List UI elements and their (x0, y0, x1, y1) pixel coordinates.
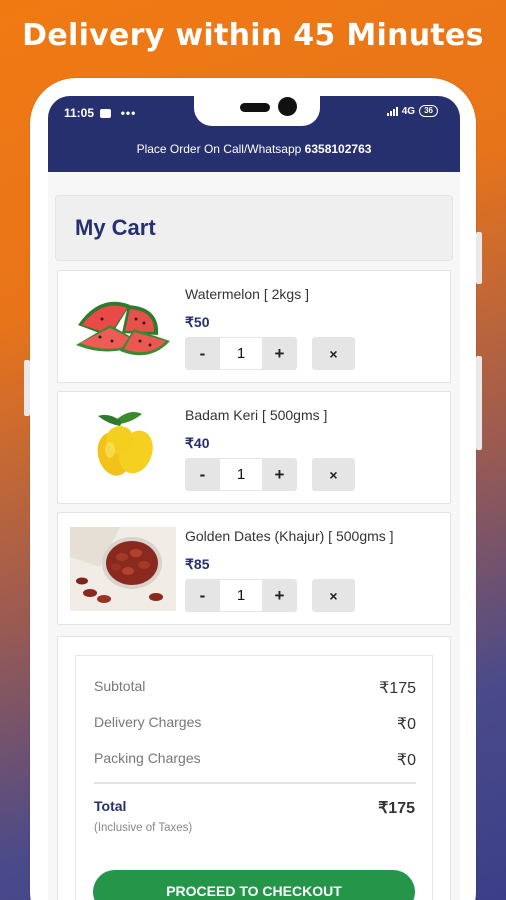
network-type: 4G (401, 105, 416, 117)
cart-header: My Cart (56, 196, 452, 260)
cart-item: Golden Dates (Khajur) [ 500gms ] ₹85 - 1… (57, 512, 451, 625)
message-icon (100, 109, 112, 118)
increase-quantity-button[interactable]: + (262, 458, 297, 491)
status-bar-icons: 4G 36 (386, 105, 438, 117)
more-notifications-icon: ••• (120, 106, 137, 120)
remove-item-button[interactable]: × (312, 337, 355, 370)
remove-item-button[interactable]: × (312, 458, 355, 491)
watermelon-image (76, 301, 170, 356)
item-price: ₹50 (185, 314, 210, 330)
summary-divider (94, 782, 416, 784)
tax-note: (Inclusive of Taxes) (94, 822, 193, 834)
status-bar-time: 11:05 ••• (64, 106, 136, 120)
packing-charges-row: Packing Charges ₹0 (94, 750, 416, 769)
phone-side-button (476, 232, 482, 284)
status-time-text: 11:05 (64, 106, 95, 120)
packing-charges-value: ₹0 (396, 752, 416, 769)
item-price: ₹40 (185, 435, 210, 451)
page-title: My Cart (75, 215, 156, 240)
decrease-quantity-button[interactable]: - (185, 458, 220, 491)
delivery-charges-label: Delivery Charges (94, 714, 202, 730)
quantity-stepper: - 1 + (185, 579, 297, 612)
subtotal-value: ₹175 (379, 680, 416, 697)
proceed-to-checkout-button[interactable]: PROCEED TO CHECKOUT (93, 870, 415, 900)
increase-quantity-button[interactable]: + (262, 579, 297, 612)
subtotal-label: Subtotal (94, 678, 146, 694)
cart-item: Watermelon [ 2kgs ] ₹50 - 1 + × (57, 270, 451, 383)
order-summary: Subtotal ₹175 Delivery Charges ₹0 Packin… (75, 655, 433, 900)
quantity-value: 1 (220, 337, 262, 370)
wifi-signal-icon (386, 106, 398, 116)
order-banner-text: Place Order On Call/Whatsapp (136, 142, 302, 156)
order-banner-phone[interactable]: 6358102763 (305, 142, 372, 156)
quantity-stepper: - 1 + (185, 458, 297, 491)
cart-item: Badam Keri [ 500gms ] ₹40 - 1 + × (57, 391, 451, 504)
battery-level: 36 (424, 106, 433, 115)
quantity-stepper: - 1 + (185, 337, 297, 370)
delivery-charges-value: ₹0 (396, 716, 416, 733)
battery-icon: 36 (419, 105, 438, 117)
order-banner: Place Order On Call/Whatsapp 6358102763 (48, 142, 460, 156)
item-name: Badam Keri [ 500gms ] (185, 407, 328, 423)
decrease-quantity-button[interactable]: - (185, 579, 220, 612)
quantity-value: 1 (220, 579, 262, 612)
phone-speaker (240, 103, 270, 112)
item-name: Golden Dates (Khajur) [ 500gms ] (185, 528, 394, 544)
phone-side-button (24, 360, 30, 416)
delivery-charges-row: Delivery Charges ₹0 (94, 714, 416, 733)
mango-image (97, 412, 153, 476)
total-label: Total (94, 798, 127, 814)
increase-quantity-button[interactable]: + (262, 337, 297, 370)
phone-side-button (476, 356, 482, 450)
app-top-bar: 11:05 ••• 4G 36 Place Order On Call/What… (48, 96, 460, 172)
item-name: Watermelon [ 2kgs ] (185, 286, 309, 302)
item-price: ₹85 (185, 556, 210, 572)
decrease-quantity-button[interactable]: - (185, 337, 220, 370)
subtotal-row: Subtotal ₹175 (94, 678, 416, 697)
packing-charges-label: Packing Charges (94, 750, 201, 766)
remove-item-button[interactable]: × (312, 579, 355, 612)
headline: Delivery within 45 Minutes (22, 18, 484, 53)
quantity-value: 1 (220, 458, 262, 491)
dates-image (70, 527, 176, 611)
total-value: ₹175 (378, 800, 415, 817)
phone-camera (278, 97, 297, 116)
